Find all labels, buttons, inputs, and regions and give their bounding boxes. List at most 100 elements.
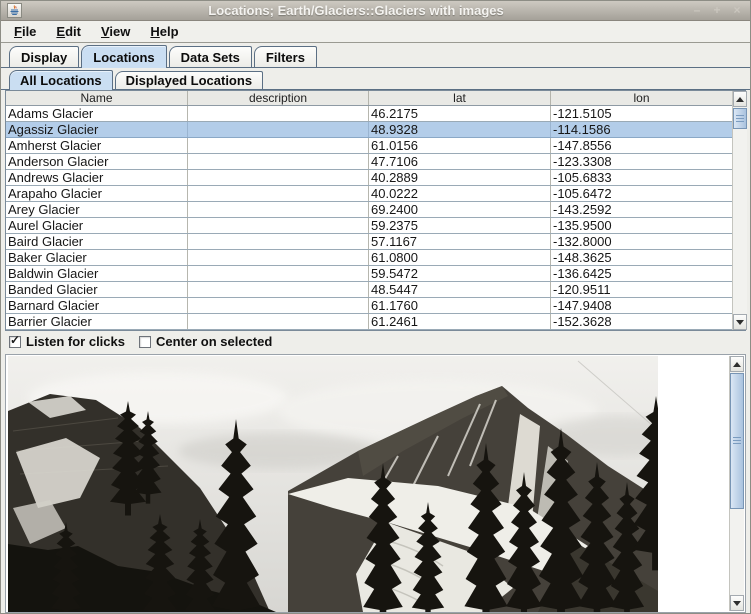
table-row[interactable]: Baldwin Glacier 59.5472 -136.6425 (6, 266, 732, 282)
cell-lat: 57.1167 (369, 234, 551, 249)
cell-lat: 61.0156 (369, 138, 551, 153)
cell-lat: 47.7106 (369, 154, 551, 169)
column-header-description[interactable]: description (188, 91, 369, 105)
menu-edit[interactable]: Edit (47, 22, 90, 41)
title-bar[interactable]: Locations; Earth/Glaciers::Glaciers with… (1, 1, 750, 21)
tab-data-sets[interactable]: Data Sets (169, 46, 252, 67)
table-row[interactable]: Barnard Glacier 61.1760 -147.9408 (6, 298, 732, 314)
cell-lat: 40.0222 (369, 186, 551, 201)
cell-description (188, 298, 369, 313)
tab-displayed-locations[interactable]: Displayed Locations (115, 71, 263, 89)
cell-lon: -147.9408 (551, 298, 732, 313)
table-vertical-scrollbar[interactable] (732, 91, 747, 330)
tab-locations[interactable]: Locations (81, 45, 166, 68)
cell-description (188, 250, 369, 265)
java-cup-icon (9, 5, 20, 16)
tab-all-locations[interactable]: All Locations (9, 70, 113, 90)
cell-lat: 69.2400 (369, 202, 551, 217)
table-row[interactable]: Baird Glacier 57.1167 -132.8000 (6, 234, 732, 250)
menu-view[interactable]: View (92, 22, 139, 41)
cell-name: Adams Glacier (6, 106, 188, 121)
menu-bar: File Edit View Help (1, 21, 750, 43)
cell-name: Barnard Glacier (6, 298, 188, 313)
cell-lon: -152.3628 (551, 314, 732, 329)
table-row[interactable]: Anderson Glacier 47.7106 -123.3308 (6, 154, 732, 170)
checkbox-box[interactable]: ✓ (9, 336, 21, 348)
cell-lon: -114.1586 (551, 122, 732, 137)
cell-name: Anderson Glacier (6, 154, 188, 169)
down-arrow-icon (736, 320, 744, 325)
close-icon[interactable]: × (730, 4, 744, 18)
java-app-icon[interactable] (7, 3, 22, 18)
table-row[interactable]: Aurel Glacier 59.2375 -135.9500 (6, 218, 732, 234)
cell-description (188, 266, 369, 281)
cell-name: Arapaho Glacier (6, 186, 188, 201)
cell-description (188, 106, 369, 121)
cell-description (188, 234, 369, 249)
table-row[interactable]: Barrier Glacier 61.2461 -152.3628 (6, 314, 732, 330)
cell-description (188, 138, 369, 153)
cell-name: Aurel Glacier (6, 218, 188, 233)
cell-lon: -120.9511 (551, 282, 732, 297)
cell-name: Arey Glacier (6, 202, 188, 217)
thumb-grip-icon (733, 437, 741, 445)
cell-lon: -121.5105 (551, 106, 732, 121)
table-row[interactable]: Adams Glacier 46.2175 -121.5105 (6, 106, 732, 122)
cell-lat: 59.5472 (369, 266, 551, 281)
tab-filters[interactable]: Filters (254, 46, 317, 67)
checkmark-icon: ✓ (10, 333, 20, 347)
locations-table: Name description lat lon Adams Glacier 4… (6, 91, 732, 330)
table-row[interactable]: Arey Glacier 69.2400 -143.2592 (6, 202, 732, 218)
table-row[interactable]: Agassiz Glacier 48.9328 -114.1586 (6, 122, 732, 138)
minimize-icon[interactable]: – (690, 4, 704, 18)
scrollbar-thumb[interactable] (733, 108, 747, 129)
listen-for-clicks-checkbox[interactable]: ✓ Listen for clicks (9, 334, 125, 349)
cell-lat: 48.5447 (369, 282, 551, 297)
table-row[interactable]: Amherst Glacier 61.0156 -147.8556 (6, 138, 732, 154)
table-row[interactable]: Andrews Glacier 40.2889 -105.6833 (6, 170, 732, 186)
cell-name: Andrews Glacier (6, 170, 188, 185)
column-header-lat[interactable]: lat (369, 91, 551, 105)
scroll-up-button[interactable] (733, 91, 747, 107)
cell-description (188, 282, 369, 297)
menu-help[interactable]: Help (141, 22, 187, 41)
cell-name: Baird Glacier (6, 234, 188, 249)
maximize-icon[interactable]: + (710, 4, 724, 18)
table-row[interactable]: Banded Glacier 48.5447 -120.9511 (6, 282, 732, 298)
cell-lon: -148.3625 (551, 250, 732, 265)
column-header-lon[interactable]: lon (551, 91, 732, 105)
options-row: ✓ Listen for clicks ✓ Center on selected (1, 331, 750, 352)
cell-description (188, 202, 369, 217)
locations-table-scrollpane: Name description lat lon Adams Glacier 4… (5, 90, 746, 331)
cell-description (188, 154, 369, 169)
cell-lat: 46.2175 (369, 106, 551, 121)
scroll-down-button[interactable] (733, 314, 747, 330)
column-header-name[interactable]: Name (6, 91, 188, 105)
cell-lat: 40.2889 (369, 170, 551, 185)
up-arrow-icon (736, 97, 744, 102)
down-arrow-icon (733, 601, 741, 606)
photo-scrollbar-thumb[interactable] (730, 373, 744, 509)
cell-lon: -135.9500 (551, 218, 732, 233)
photo-scroll-down-button[interactable] (730, 595, 744, 611)
center-on-selected-checkbox[interactable]: ✓ Center on selected (139, 334, 272, 349)
checkbox-box[interactable]: ✓ (139, 336, 151, 348)
photo-scroll-up-button[interactable] (730, 356, 744, 372)
table-row[interactable]: Arapaho Glacier 40.0222 -105.6472 (6, 186, 732, 202)
cell-lon: -105.6833 (551, 170, 732, 185)
cell-lat: 61.2461 (369, 314, 551, 329)
tab-display[interactable]: Display (9, 46, 79, 67)
app-window: Locations; Earth/Glaciers::Glaciers with… (0, 0, 751, 614)
cell-description (188, 186, 369, 201)
photo-vertical-scrollbar[interactable] (729, 356, 744, 611)
menu-file[interactable]: File (5, 22, 45, 41)
thumb-grip-icon (736, 115, 744, 123)
cell-description (188, 314, 369, 329)
window-controls: – + × (690, 4, 744, 18)
table-row[interactable]: Baker Glacier 61.0800 -148.3625 (6, 250, 732, 266)
cell-name: Banded Glacier (6, 282, 188, 297)
cell-name: Barrier Glacier (6, 314, 188, 329)
cell-name: Agassiz Glacier (6, 122, 188, 137)
cell-lat: 61.0800 (369, 250, 551, 265)
locations-sub-tab-bar: All Locations Displayed Locations (1, 69, 750, 90)
